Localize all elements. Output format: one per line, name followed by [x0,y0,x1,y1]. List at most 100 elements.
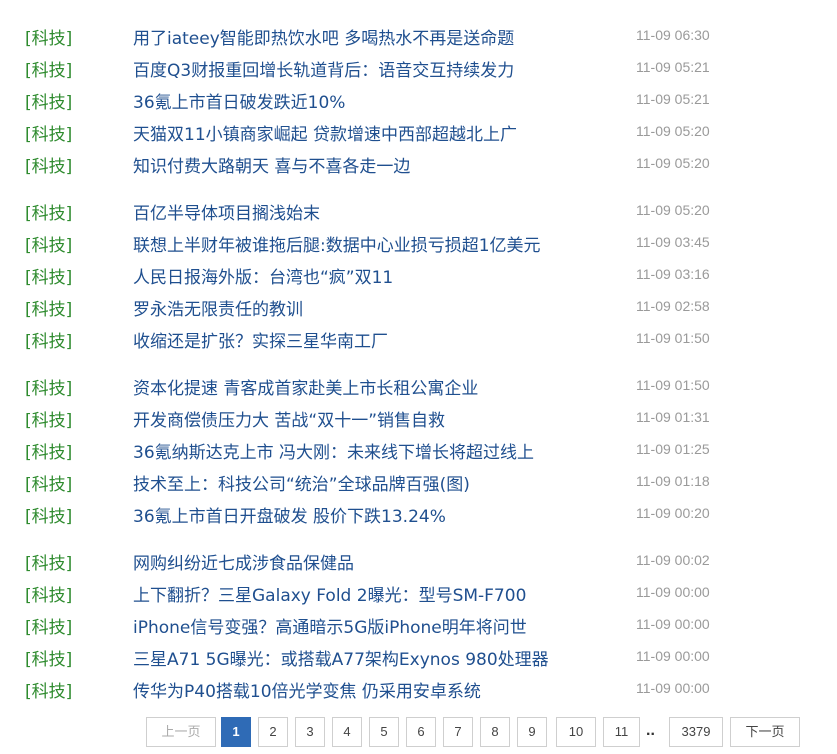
news-time: 11-09 01:50 [636,330,710,346]
category-link[interactable]: [科技] [25,502,72,527]
news-time: 11-09 02:58 [636,298,710,314]
news-row: [科技] 技术至上：科技公司“统治”全球品牌百强(图) 11-09 01:18 [0,464,837,496]
category-link[interactable]: [科技] [25,549,72,574]
news-time: 11-09 05:20 [636,155,710,171]
news-row: [科技] 36氪上市首日开盘破发 股价下跌13.24% 11-09 00:20 [0,496,837,528]
news-list: [科技] 用了iateey智能即热饮水吧 多喝热水不再是送命题 11-09 06… [0,18,837,718]
news-title-link[interactable]: 开发商偿债压力大 苦战“双十一”销售自救 [133,406,445,431]
news-title-link[interactable]: 用了iateey智能即热饮水吧 多喝热水不再是送命题 [133,24,514,49]
news-row: [科技] 罗永浩无限责任的教训 11-09 02:58 [0,289,837,321]
news-row: [科技] 上下翻折？三星Galaxy Fold 2曝光：型号SM-F700 11… [0,575,837,607]
category-link[interactable]: [科技] [25,24,72,49]
category-link[interactable]: [科技] [25,470,72,495]
page-button-8[interactable]: 8 [480,717,510,747]
category-link[interactable]: [科技] [25,327,72,352]
news-title-link[interactable]: 知识付费大路朝天 喜与不喜各走一边 [133,152,410,177]
page-button-1[interactable]: 1 [221,717,251,747]
news-row: [科技] 资本化提速 青客成首家赴美上市长租公寓企业 11-09 01:50 [0,368,837,400]
news-row: [科技] 百亿半导体项目搁浅始末 11-09 05:20 [0,193,837,225]
news-title-link[interactable]: 收缩还是扩张？实探三星华南工厂 [133,327,388,352]
news-title-link[interactable]: 上下翻折？三星Galaxy Fold 2曝光：型号SM-F700 [133,581,526,606]
news-time: 11-09 03:16 [636,266,710,282]
news-group: [科技] 百亿半导体项目搁浅始末 11-09 05:20 [科技] 联想上半财年… [0,193,837,353]
category-link[interactable]: [科技] [25,231,72,256]
news-row: [科技] 传华为P40搭载10倍光学变焦 仍采用安卓系统 11-09 00:00 [0,671,837,703]
news-row: [科技] 人民日报海外版：台湾也“疯”双11 11-09 03:16 [0,257,837,289]
news-time: 11-09 05:21 [636,91,710,107]
news-row: [科技] 用了iateey智能即热饮水吧 多喝热水不再是送命题 11-09 06… [0,18,837,50]
news-time: 11-09 01:31 [636,409,710,425]
news-row: [科技] 网购纠纷近七成涉食品保健品 11-09 00:02 [0,543,837,575]
category-link[interactable]: [科技] [25,56,72,81]
news-time: 11-09 00:00 [636,648,710,664]
news-group: [科技] 资本化提速 青客成首家赴美上市长租公寓企业 11-09 01:50 [… [0,368,837,528]
category-link[interactable]: [科技] [25,406,72,431]
news-title-link[interactable]: 资本化提速 青客成首家赴美上市长租公寓企业 [133,374,478,399]
next-page-button[interactable]: 下一页 [730,717,800,747]
page-button-9[interactable]: 9 [517,717,547,747]
news-row: [科技] 开发商偿债压力大 苦战“双十一”销售自救 11-09 01:31 [0,400,837,432]
news-time: 11-09 05:20 [636,123,710,139]
news-time: 11-09 00:02 [636,552,710,568]
category-link[interactable]: [科技] [25,152,72,177]
news-time: 11-09 00:00 [636,680,710,696]
news-title-link[interactable]: 百亿半导体项目搁浅始末 [133,199,320,224]
category-link[interactable]: [科技] [25,199,72,224]
news-row: [科技] 36氪纳斯达克上市 冯大刚：未来线下增长将超过线上 11-09 01:… [0,432,837,464]
news-title-link[interactable]: 三星A71 5G曝光：或搭载A77架构Exynos 980处理器 [133,645,549,670]
news-time: 11-09 00:00 [636,616,710,632]
news-title-link[interactable]: 36氪纳斯达克上市 冯大刚：未来线下增长将超过线上 [133,438,534,463]
page-button-last[interactable]: 3379 [669,717,723,747]
news-row: [科技] 收缩还是扩张？实探三星华南工厂 11-09 01:50 [0,321,837,353]
news-time: 11-09 05:21 [636,59,710,75]
news-row: [科技] 知识付费大路朝天 喜与不喜各走一边 11-09 05:20 [0,146,837,178]
news-title-link[interactable]: 网购纠纷近七成涉食品保健品 [133,549,354,574]
news-group: [科技] 网购纠纷近七成涉食品保健品 11-09 00:02 [科技] 上下翻折… [0,543,837,703]
news-row: [科技] 36氪上市首日破发跌近10% 11-09 05:21 [0,82,837,114]
news-title-link[interactable]: 传华为P40搭载10倍光学变焦 仍采用安卓系统 [133,677,481,702]
category-link[interactable]: [科技] [25,613,72,638]
pagination-ellipsis: .. [646,722,655,739]
news-title-link[interactable]: 36氪上市首日破发跌近10% [133,88,345,113]
news-time: 11-09 00:00 [636,584,710,600]
news-row: [科技] 百度Q3财报重回增长轨道背后：语音交互持续发力 11-09 05:21 [0,50,837,82]
page-button-11[interactable]: 11 [603,717,640,747]
news-time: 11-09 01:25 [636,441,710,457]
news-row: [科技] iPhone信号变强？高通暗示5G版iPhone明年将问世 11-09… [0,607,837,639]
page-button-6[interactable]: 6 [406,717,436,747]
category-link[interactable]: [科技] [25,374,72,399]
news-title-link[interactable]: 人民日报海外版：台湾也“疯”双11 [133,263,393,288]
news-row: [科技] 联想上半财年被谁拖后腿:数据中心业损亏损超1亿美元 11-09 03:… [0,225,837,257]
news-title-link[interactable]: 百度Q3财报重回增长轨道背后：语音交互持续发力 [133,56,514,81]
category-link[interactable]: [科技] [25,295,72,320]
page-button-7[interactable]: 7 [443,717,473,747]
news-title-link[interactable]: 技术至上：科技公司“统治”全球品牌百强(图) [133,470,470,495]
news-time: 11-09 05:20 [636,202,710,218]
page-button-4[interactable]: 4 [332,717,362,747]
category-link[interactable]: [科技] [25,677,72,702]
page-button-10[interactable]: 10 [556,717,596,747]
news-time: 11-09 01:18 [636,473,710,489]
news-time: 11-09 00:20 [636,505,710,521]
page-button-2[interactable]: 2 [258,717,288,747]
news-title-link[interactable]: 联想上半财年被谁拖后腿:数据中心业损亏损超1亿美元 [133,231,541,256]
news-title-link[interactable]: 罗永浩无限责任的教训 [133,295,303,320]
news-group: [科技] 用了iateey智能即热饮水吧 多喝热水不再是送命题 11-09 06… [0,18,837,178]
category-link[interactable]: [科技] [25,120,72,145]
category-link[interactable]: [科技] [25,88,72,113]
news-time: 11-09 01:50 [636,377,710,393]
news-title-link[interactable]: 天猫双11小镇商家崛起 贷款增速中西部超越北上广 [133,120,517,145]
category-link[interactable]: [科技] [25,263,72,288]
page-button-3[interactable]: 3 [295,717,325,747]
news-title-link[interactable]: iPhone信号变强？高通暗示5G版iPhone明年将问世 [133,613,527,638]
news-row: [科技] 三星A71 5G曝光：或搭载A77架构Exynos 980处理器 11… [0,639,837,671]
news-title-link[interactable]: 36氪上市首日开盘破发 股价下跌13.24% [133,502,446,527]
page-button-5[interactable]: 5 [369,717,399,747]
category-link[interactable]: [科技] [25,438,72,463]
news-time: 11-09 06:30 [636,27,710,43]
news-row: [科技] 天猫双11小镇商家崛起 贷款增速中西部超越北上广 11-09 05:2… [0,114,837,146]
category-link[interactable]: [科技] [25,645,72,670]
category-link[interactable]: [科技] [25,581,72,606]
prev-page-button[interactable]: 上一页 [146,717,216,747]
news-time: 11-09 03:45 [636,234,710,250]
